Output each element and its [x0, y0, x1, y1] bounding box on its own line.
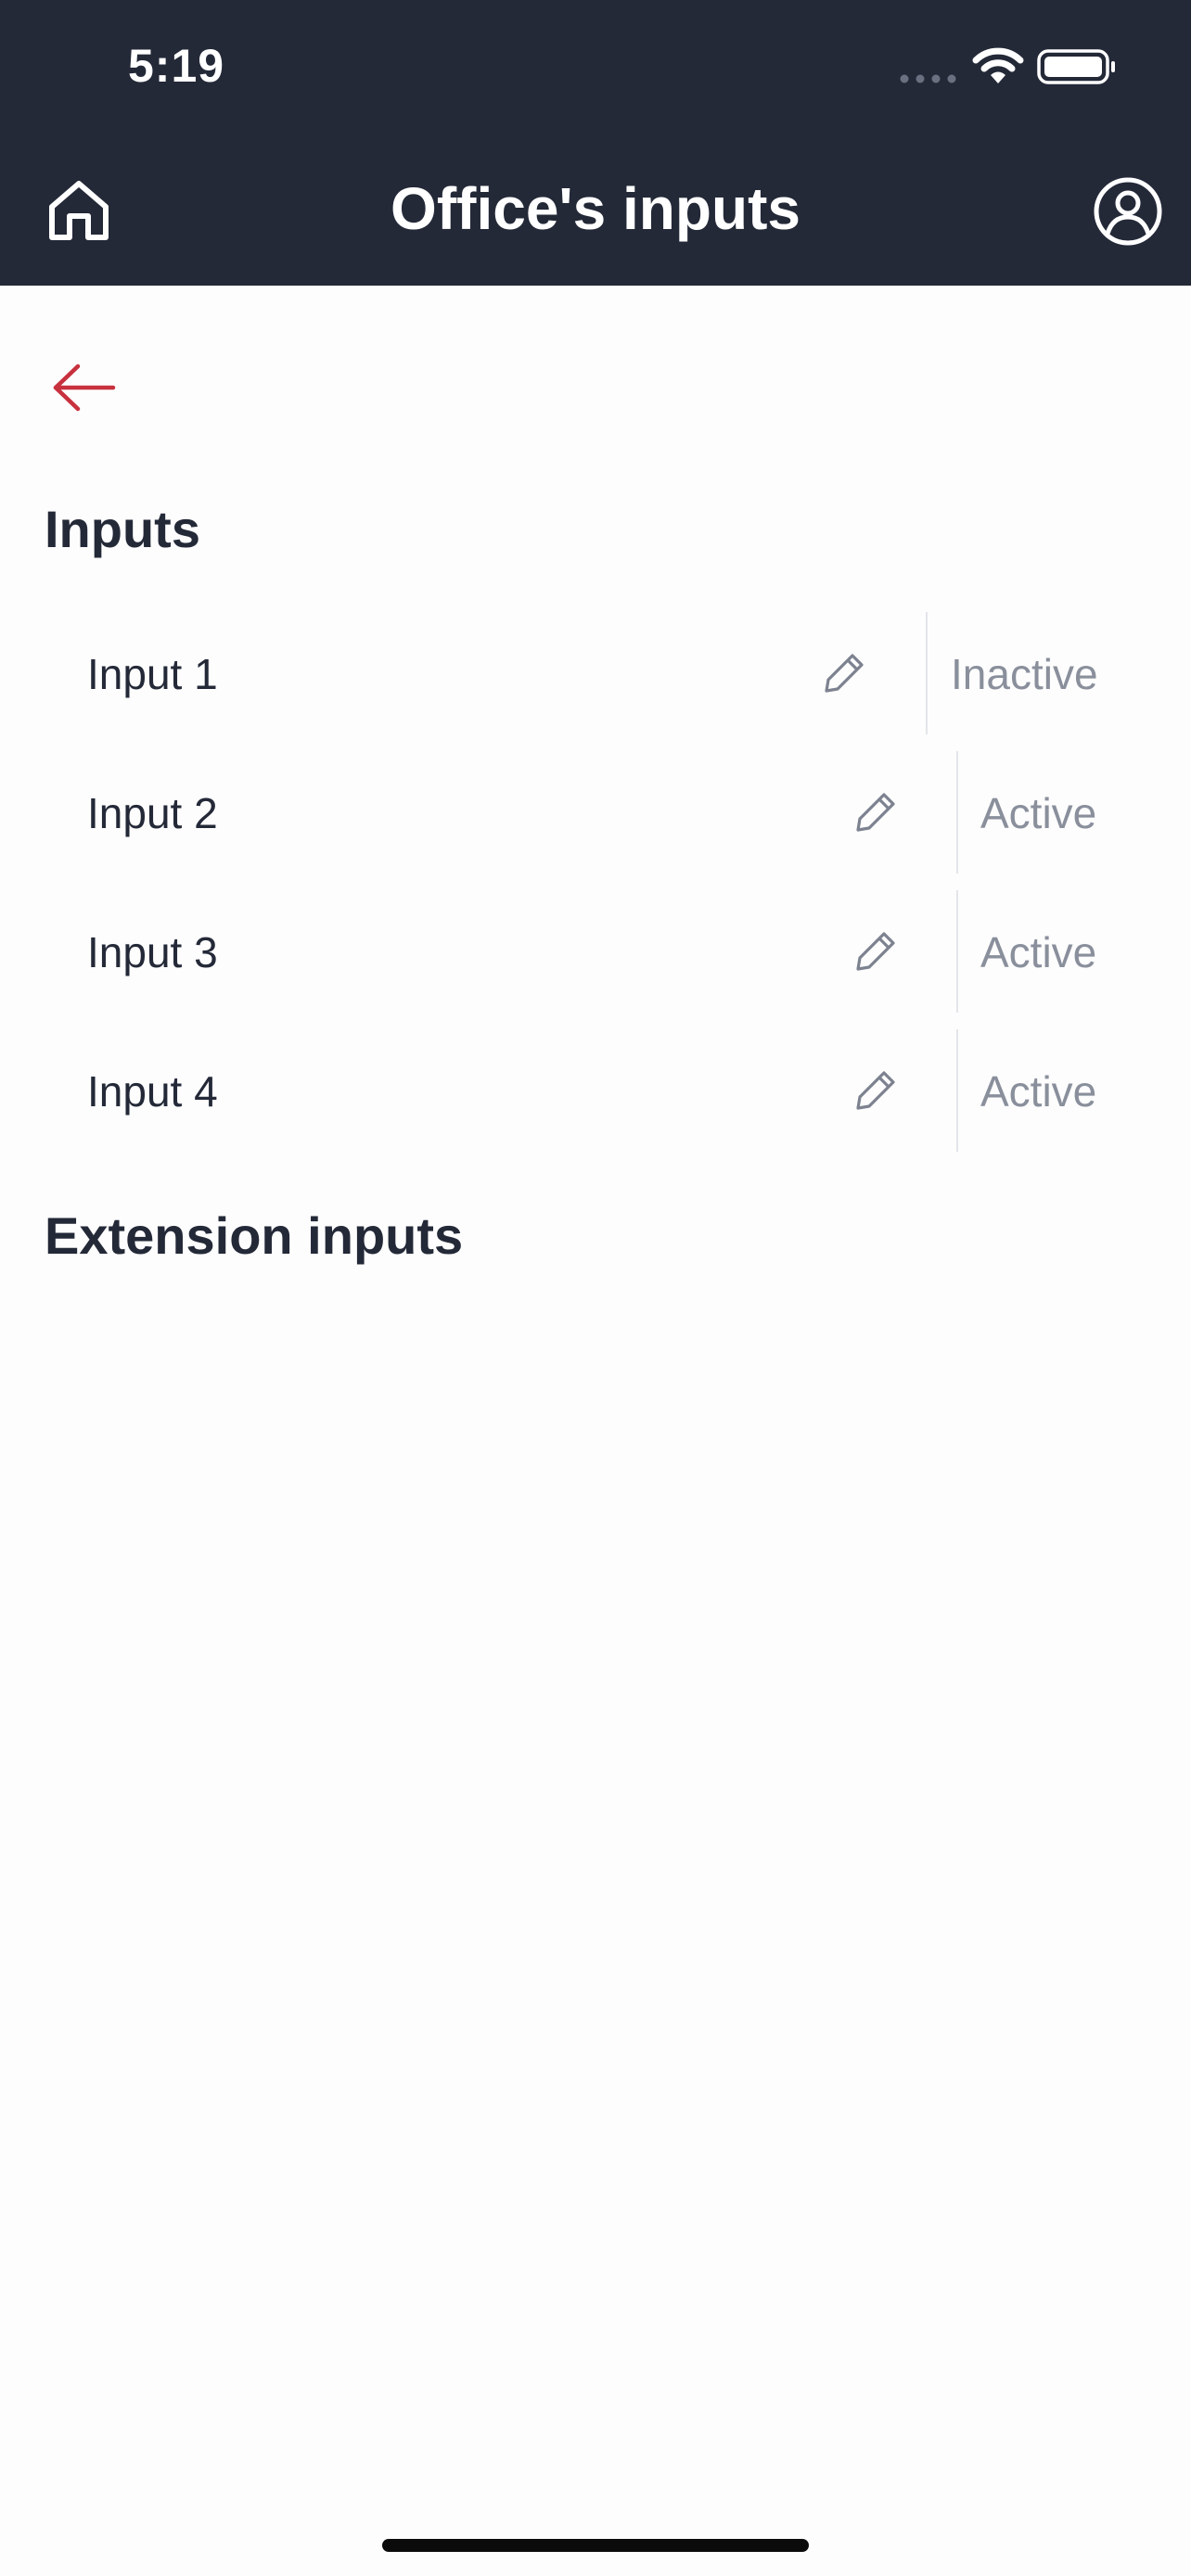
status-toggle[interactable]: Active	[980, 1066, 1096, 1116]
edit-button[interactable]	[850, 786, 902, 838]
inputs-section-title: Inputs	[45, 500, 200, 558]
home-indicator	[382, 2539, 809, 2552]
edit-button[interactable]	[818, 647, 870, 699]
row-divider	[956, 751, 958, 874]
status-toggle[interactable]: Inactive	[951, 649, 1098, 699]
input-label: Input 1	[87, 650, 218, 698]
status-time: 5:19	[128, 40, 225, 92]
input-label: Input 2	[87, 789, 218, 837]
input-row: Input 3 Active	[0, 890, 1191, 1013]
input-label: Input 3	[87, 928, 218, 976]
input-row: Input 1 Inactive	[0, 612, 1191, 734]
edit-button[interactable]	[850, 1065, 902, 1116]
back-button[interactable]	[50, 358, 134, 417]
status-toggle[interactable]: Active	[980, 788, 1096, 838]
row-divider	[956, 1029, 958, 1152]
battery-icon	[1037, 49, 1115, 84]
status-toggle[interactable]: Active	[980, 927, 1096, 977]
input-label: Input 4	[87, 1067, 218, 1116]
top-bar: 5:19 Office's inputs	[0, 0, 1191, 286]
pencil-icon	[825, 654, 864, 693]
pencil-icon	[856, 932, 895, 971]
input-row: Input 2 Active	[0, 751, 1191, 874]
arrow-left-icon	[53, 363, 116, 412]
row-divider	[926, 612, 928, 734]
pencil-icon	[856, 793, 895, 832]
extension-inputs-section-title: Extension inputs	[45, 1206, 464, 1265]
profile-button[interactable]	[1091, 174, 1165, 249]
input-row: Input 4 Active	[0, 1029, 1191, 1152]
profile-icon	[1094, 177, 1162, 246]
wifi-icon	[972, 47, 1024, 83]
page-title: Office's inputs	[391, 175, 800, 242]
cellular-signal-icon	[900, 74, 956, 83]
edit-button[interactable]	[850, 925, 902, 977]
pencil-icon	[856, 1071, 895, 1110]
row-divider	[956, 890, 958, 1013]
